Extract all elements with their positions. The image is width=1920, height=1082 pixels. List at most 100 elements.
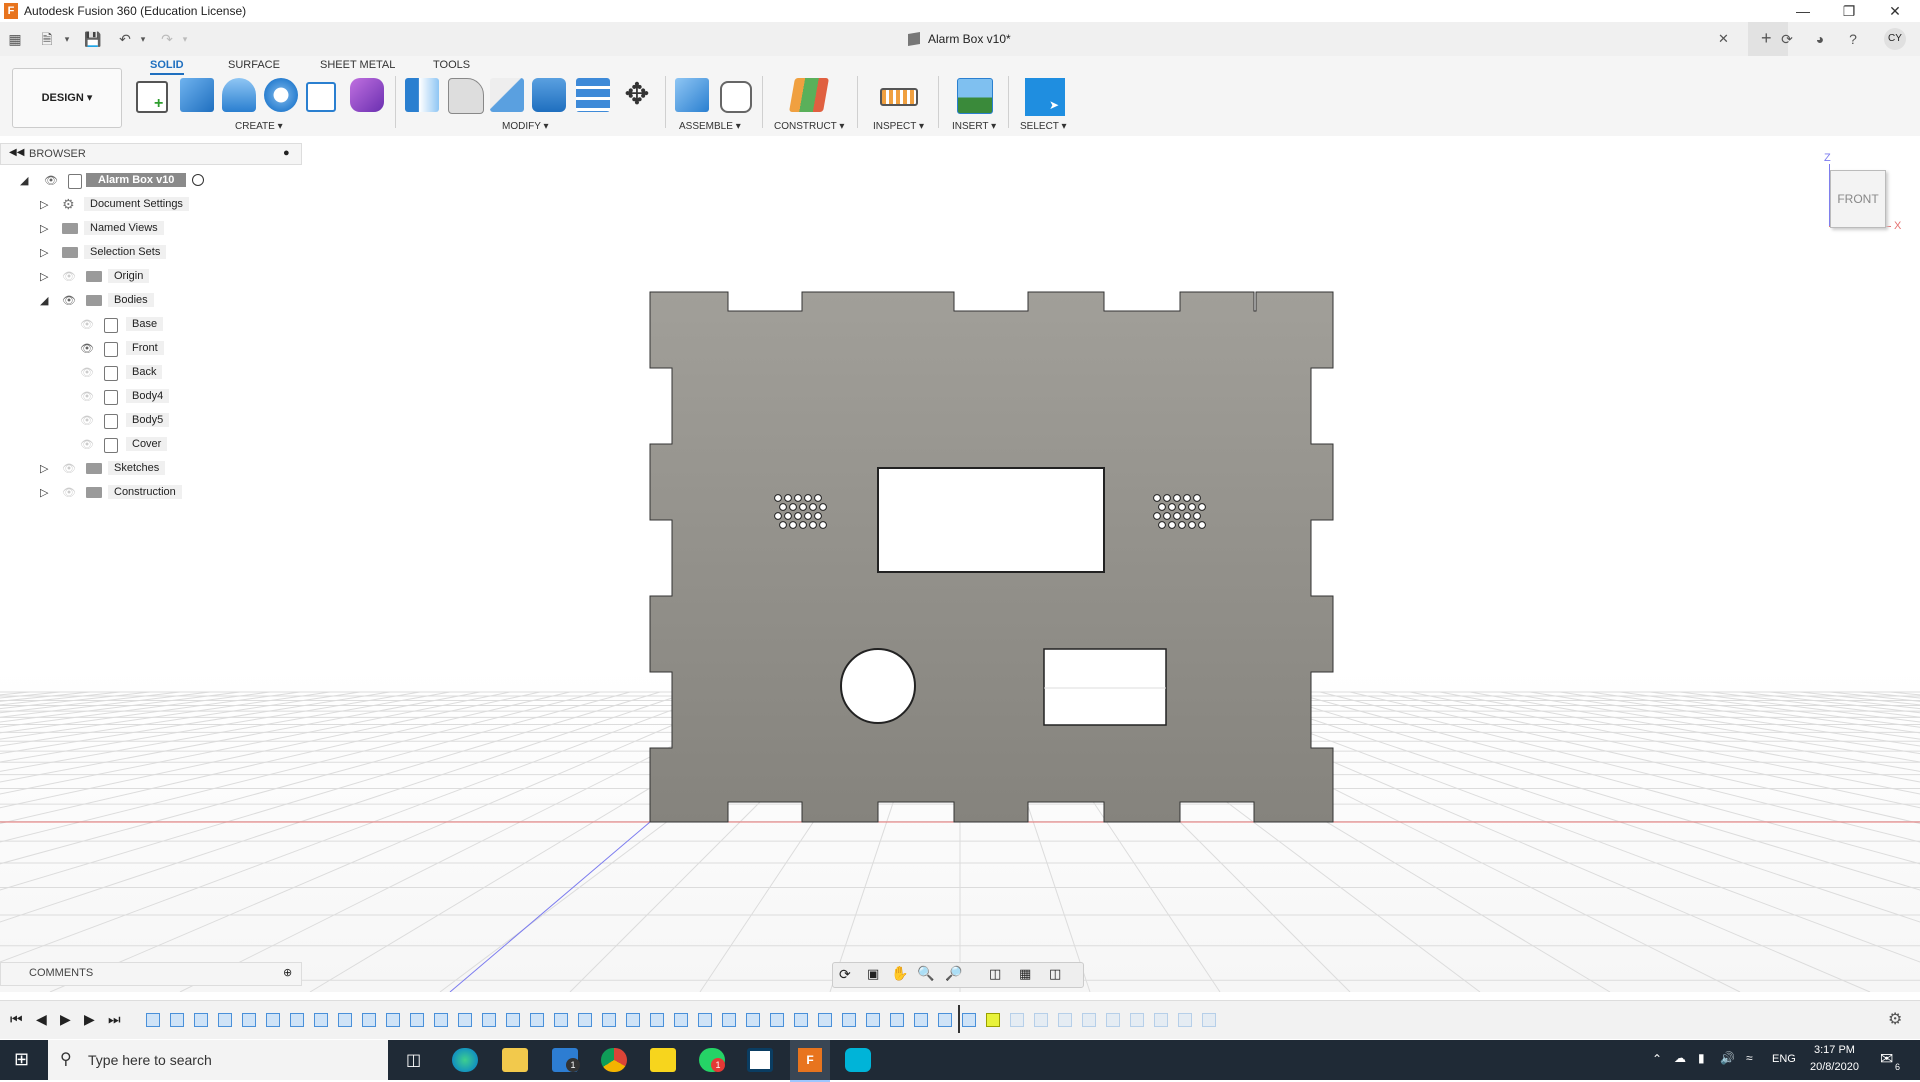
timeline-feature-icon[interactable] [914, 1013, 928, 1027]
chrome-icon[interactable] [601, 1048, 627, 1072]
job-status-icon[interactable]: ◕ [1811, 30, 1829, 48]
timeline-feature-icon[interactable] [338, 1013, 352, 1027]
timeline-feature-icon[interactable] [530, 1013, 544, 1027]
new-component-icon[interactable] [675, 78, 709, 112]
timeline-feature-icon[interactable] [1106, 1013, 1120, 1027]
collapse-panel-icon[interactable]: ◀◀ [9, 147, 24, 158]
view-cube[interactable]: FRONT [1830, 170, 1886, 228]
whatsapp-icon[interactable]: 1 [699, 1048, 725, 1072]
fillet-icon[interactable] [448, 78, 484, 114]
timeline-feature-icon[interactable] [794, 1013, 808, 1027]
timeline-feature-icon[interactable] [938, 1013, 952, 1027]
timeline-feature-icon[interactable] [434, 1013, 448, 1027]
timeline-feature-icon[interactable] [842, 1013, 856, 1027]
extensions-icon[interactable]: ⟳ [1778, 30, 1796, 48]
wifi-icon[interactable]: ≈ [1746, 1051, 1753, 1065]
clock-date[interactable]: 20/8/2020 [1810, 1061, 1859, 1073]
viewports-icon[interactable]: ◫ [1049, 966, 1061, 982]
notion-icon[interactable] [747, 1048, 773, 1072]
notification-center-icon[interactable]: ✉ [1880, 1049, 1893, 1069]
timeline-feature-icon[interactable] [698, 1013, 712, 1027]
expand-triangle-icon[interactable]: ▷ [40, 222, 50, 235]
hidden-eye-icon[interactable]: 👁 [62, 486, 76, 499]
redo-icon[interactable]: ↷ [158, 30, 176, 48]
taskbar-search-box[interactable]: ⚲ Type here to search [48, 1040, 388, 1080]
canva-icon[interactable] [845, 1048, 871, 1072]
timeline-features[interactable] [146, 1001, 1216, 1039]
sticky-notes-icon[interactable] [650, 1048, 676, 1072]
select-menu[interactable]: SELECT ▾ [1020, 121, 1067, 132]
comments-panel[interactable]: COMMENTS ⊕ [0, 962, 302, 986]
browser-item-construction[interactable]: ▷ 👁 Construction [0, 482, 300, 504]
close-tab-icon[interactable]: ✕ [1718, 31, 1729, 47]
assemble-menu[interactable]: ASSEMBLE ▾ [679, 121, 741, 132]
browser-item-origin[interactable]: ▷ 👁 Origin [0, 266, 300, 288]
collapse-triangle-icon[interactable]: ◢ [40, 294, 50, 307]
timeline-feature-icon[interactable] [266, 1013, 280, 1027]
timeline-feature-icon[interactable] [818, 1013, 832, 1027]
create-sketch-icon[interactable]: + [136, 81, 168, 113]
timeline-feature-icon[interactable] [194, 1013, 208, 1027]
browser-item-document-settings[interactable]: ▷ ⚙ Document Settings [0, 194, 300, 216]
pattern-icon[interactable] [306, 82, 336, 112]
timeline-feature-icon[interactable] [482, 1013, 496, 1027]
timeline-feature-icon[interactable] [314, 1013, 328, 1027]
browser-body-front[interactable]: 👁 Front [0, 338, 300, 360]
timeline-feature-icon[interactable] [578, 1013, 592, 1027]
timeline-feature-icon[interactable] [1130, 1013, 1144, 1027]
language-indicator[interactable]: ENG [1772, 1053, 1796, 1065]
timeline-feature-icon[interactable] [410, 1013, 424, 1027]
press-pull-icon[interactable] [405, 78, 439, 112]
tab-tools[interactable]: TOOLS [433, 59, 470, 71]
insert-menu[interactable]: INSERT ▾ [952, 121, 996, 132]
visibility-eye-icon[interactable]: 👁 [44, 174, 58, 187]
extrude-icon[interactable] [180, 78, 214, 112]
save-icon[interactable]: 💾 [84, 30, 102, 48]
hole-icon[interactable] [264, 78, 298, 112]
insert-canvas-icon[interactable] [957, 78, 993, 114]
create-menu[interactable]: CREATE ▾ [235, 121, 283, 132]
expand-triangle-icon[interactable]: ▷ [40, 198, 50, 211]
volume-icon[interactable]: 🔊 [1720, 1051, 1735, 1065]
close-icon[interactable]: ✕ [1872, 0, 1918, 22]
add-comment-icon[interactable]: ⊕ [283, 966, 292, 979]
hidden-eye-icon[interactable]: 👁 [80, 414, 94, 427]
play-icon[interactable]: ▶ [60, 1011, 71, 1028]
activate-radio-icon[interactable] [192, 174, 204, 186]
pan-hand-icon[interactable]: ✋ [891, 965, 908, 982]
file-explorer-icon[interactable] [502, 1048, 528, 1072]
shell-icon[interactable] [532, 78, 566, 112]
browser-item-named-views[interactable]: ▷ Named Views [0, 218, 300, 240]
3d-viewport[interactable]: Z X [0, 136, 1920, 992]
timeline-feature-icon[interactable] [650, 1013, 664, 1027]
hidden-eye-icon[interactable]: 👁 [62, 462, 76, 475]
timeline-feature-icon[interactable] [722, 1013, 736, 1027]
restore-icon[interactable]: ❐ [1826, 0, 1872, 22]
hidden-eye-icon[interactable]: 👁 [80, 366, 94, 379]
timeline-feature-icon[interactable] [866, 1013, 880, 1027]
timeline-feature-icon[interactable] [986, 1013, 1000, 1027]
redo-dropdown-icon[interactable]: ▾ [176, 30, 194, 48]
construct-menu[interactable]: CONSTRUCT ▾ [774, 121, 844, 132]
browser-body-base[interactable]: 👁 Base [0, 314, 300, 336]
timeline-marker[interactable] [958, 1005, 960, 1033]
visibility-eye-icon[interactable]: 👁 [80, 342, 94, 355]
timeline-feature-icon[interactable] [290, 1013, 304, 1027]
browser-collapse-icon[interactable]: ● [283, 147, 290, 159]
undo-icon[interactable]: ↶ [116, 30, 134, 48]
browser-body-back[interactable]: 👁 Back [0, 362, 300, 384]
hidden-eye-icon[interactable]: 👁 [62, 270, 76, 283]
mail-icon[interactable]: 1 [552, 1048, 580, 1072]
tab-surface[interactable]: SURFACE [228, 59, 280, 71]
select-tool-button[interactable]: ➤ [1025, 78, 1065, 116]
timeline-feature-icon[interactable] [1154, 1013, 1168, 1027]
display-settings-icon[interactable]: ◫ [989, 966, 1001, 982]
offset-plane-icon[interactable] [789, 78, 829, 112]
expand-triangle-icon[interactable]: ▷ [40, 462, 50, 475]
collapse-triangle-icon[interactable]: ◢ [20, 174, 30, 187]
timeline-feature-icon[interactable] [218, 1013, 232, 1027]
onedrive-icon[interactable]: ☁ [1674, 1051, 1686, 1065]
inspect-menu[interactable]: INSPECT ▾ [873, 121, 924, 132]
edge-icon[interactable] [452, 1048, 478, 1072]
browser-body-cover[interactable]: 👁 Cover [0, 434, 300, 456]
